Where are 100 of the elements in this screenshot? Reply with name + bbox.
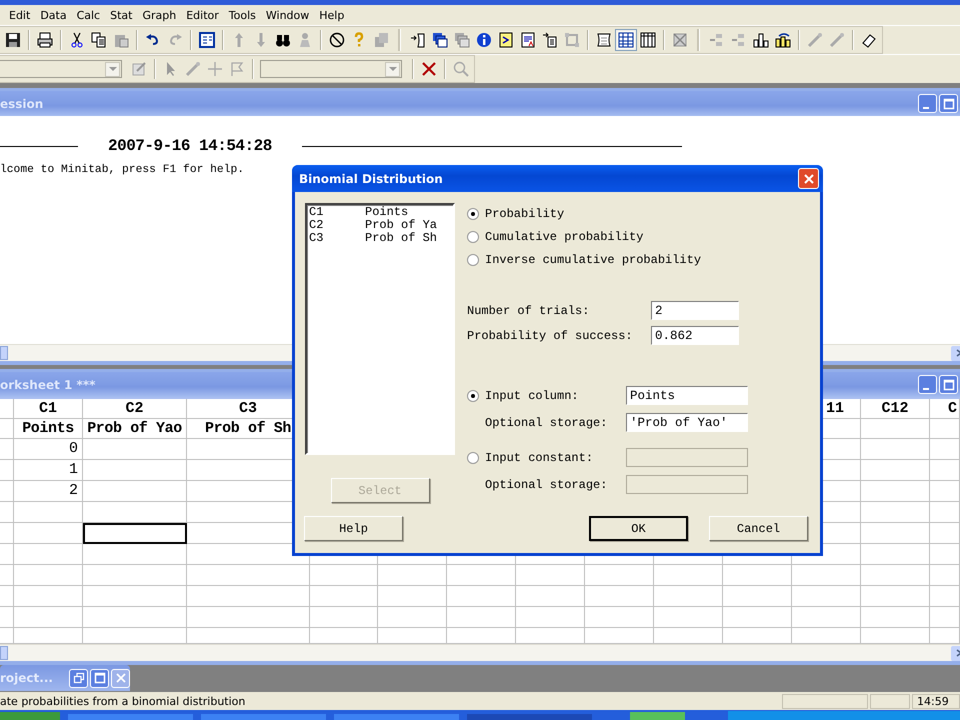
table-cell[interactable]: 2 (14, 481, 83, 502)
scroll-thumb[interactable] (0, 346, 8, 360)
radio-label: Cumulative probability (485, 230, 644, 244)
radio-label: Input constant: (485, 450, 594, 464)
field-label: Optional storage: (485, 416, 608, 430)
taskbar-button[interactable] (334, 714, 459, 720)
radio-button[interactable] (467, 254, 479, 266)
maximize-icon (942, 378, 954, 391)
taskbar-button[interactable] (201, 714, 326, 720)
close-button[interactable] (798, 168, 819, 189)
close-icon (114, 672, 126, 684)
input-field[interactable]: 0.862 (651, 326, 739, 345)
field-label: Probability of success: (467, 328, 634, 342)
menu-item[interactable]: Data (35, 8, 72, 22)
radio-label: Input column: (485, 388, 580, 402)
scroll-thumb[interactable] (0, 646, 8, 660)
column-list[interactable]: C1 Points C2 Prob of Ya C3 Prob of Sh (305, 203, 455, 455)
radio-button[interactable] (467, 230, 479, 242)
menu-item[interactable]: Stat (105, 8, 138, 22)
row-header[interactable] (0, 419, 14, 440)
column-name-cell[interactable]: Prob of Yao (83, 419, 187, 440)
taskbar-button[interactable] (467, 714, 592, 720)
menu-item[interactable]: Window (260, 8, 314, 22)
column-header[interactable]: C2 (83, 399, 187, 420)
maximize-icon (94, 672, 106, 684)
window-title: roject... (0, 671, 54, 686)
table-cell[interactable]: 0 (14, 439, 83, 460)
window-title: ession (0, 96, 44, 110)
field-label: Number of trials: (467, 304, 590, 318)
dialog-button[interactable]: Cancel (709, 516, 808, 541)
dropdown[interactable] (260, 60, 402, 78)
dropdown[interactable] (0, 60, 122, 78)
taskbar-button[interactable] (68, 714, 193, 720)
column-name-cell[interactable]: Points (14, 419, 83, 440)
input-field[interactable]: 2 (651, 301, 739, 320)
radio-label: Inverse cumulative probability (485, 252, 702, 266)
minimize-icon (922, 106, 928, 108)
column-header[interactable]: C12 (861, 399, 930, 420)
maximize-button[interactable] (939, 375, 958, 394)
window-icon[interactable] (196, 29, 218, 51)
radio-button[interactable] (467, 208, 479, 220)
column-header[interactable]: C (930, 399, 960, 420)
dialog-button[interactable]: Help (304, 516, 403, 541)
menu-item[interactable]: Tools (224, 8, 261, 22)
menu-item[interactable]: Editor (181, 8, 224, 22)
maximize-button[interactable] (939, 94, 958, 113)
row-header[interactable] (0, 523, 14, 544)
row-header[interactable] (0, 502, 14, 524)
menu-item[interactable]: Graph (137, 8, 182, 22)
column-name-cell[interactable] (861, 419, 930, 440)
radio-option[interactable]: Cumulative probability (467, 224, 820, 249)
minimize-button[interactable] (918, 375, 937, 394)
input-field[interactable]: 'Prob of Yao' (626, 413, 748, 432)
restore-button[interactable] (69, 668, 88, 688)
minimize-icon (922, 388, 928, 390)
maximize-button[interactable] (90, 668, 109, 688)
column-name-cell[interactable] (930, 419, 960, 440)
timestamp: 2007-9-16 14:54:28 (108, 137, 272, 155)
row-header[interactable] (0, 628, 14, 644)
column-header[interactable]: C1 (14, 399, 83, 420)
taskbar-button[interactable] (630, 712, 685, 720)
row-header[interactable] (0, 607, 14, 628)
menu-item[interactable]: Calc (72, 8, 106, 22)
radio-option[interactable]: Probability (467, 201, 820, 226)
session-text: lcome to Minitab, press F1 for help. (0, 164, 246, 176)
radio-button[interactable] (467, 390, 479, 402)
input-field[interactable]: Points (626, 386, 748, 405)
menu-item[interactable]: Help (314, 8, 350, 22)
row-header[interactable] (0, 565, 14, 586)
column-name[interactable]: Prob of Sh (365, 232, 438, 245)
row-header[interactable] (0, 460, 14, 482)
status-pane (870, 694, 910, 708)
row-header[interactable] (0, 544, 14, 566)
column-id[interactable]: C1 (309, 206, 365, 219)
menu-item[interactable]: Edit (4, 8, 36, 22)
column-name[interactable]: Prob of Ya (365, 219, 438, 232)
clock: 14:59 (912, 694, 960, 708)
close-icon (802, 172, 814, 184)
field-label: Optional storage: (485, 478, 608, 492)
dialog-button[interactable]: OK (589, 516, 688, 541)
maximize-icon (942, 98, 954, 110)
restore-icon (72, 672, 84, 684)
column-name[interactable]: Points (365, 206, 408, 219)
radio-option[interactable]: Inverse cumulative probability (467, 247, 820, 272)
row-header[interactable] (0, 586, 14, 608)
row-header[interactable] (0, 439, 14, 460)
table-cell[interactable]: 1 (14, 460, 83, 482)
row-header[interactable] (0, 481, 14, 502)
minimize-button[interactable] (918, 94, 937, 113)
start-button[interactable] (0, 712, 60, 720)
column-id[interactable]: C2 (309, 219, 365, 232)
window-title: orksheet 1 *** (0, 378, 96, 392)
grid-icon[interactable] (615, 29, 637, 51)
column-id[interactable]: C3 (309, 232, 365, 245)
table-cell[interactable] (83, 523, 187, 544)
close-button[interactable] (111, 668, 130, 688)
status-text: ate probabilities from a binomial distribution (0, 694, 246, 708)
dialog-title: Binomial Distribution (299, 172, 444, 186)
radio-label: Probability (485, 206, 564, 220)
scrollbar[interactable] (0, 644, 960, 662)
